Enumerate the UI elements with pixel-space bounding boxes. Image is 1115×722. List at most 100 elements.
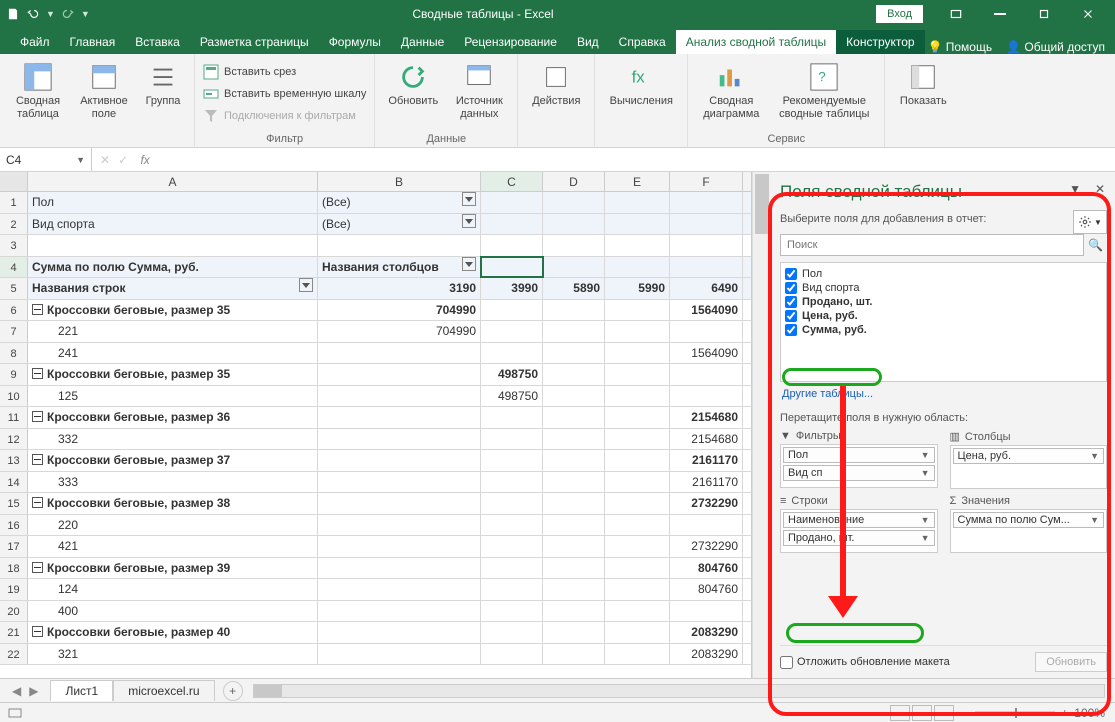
ribbon-display-options-icon[interactable]	[935, 0, 977, 28]
other-tables-link[interactable]: Другие таблицы...	[780, 382, 1107, 408]
field-chip[interactable]: Вид сп▼	[783, 465, 935, 481]
undo-dropdown-icon[interactable]: ▼	[46, 9, 55, 19]
gear-icon[interactable]: ▼	[1073, 210, 1107, 234]
filter-dropdown-icon[interactable]	[462, 214, 476, 228]
tab-design[interactable]: Конструктор	[836, 30, 924, 54]
field-chip[interactable]: Наименование▼	[783, 512, 935, 528]
tab-data[interactable]: Данные	[391, 30, 454, 54]
field-search-input[interactable]	[780, 234, 1084, 256]
help-button[interactable]: 💡 Помощь	[927, 40, 992, 54]
collapse-icon[interactable]	[32, 411, 43, 422]
defer-layout-checkbox[interactable]: Отложить обновление макета	[780, 656, 950, 669]
pane-dropdown-icon[interactable]: ▼	[1069, 182, 1081, 196]
select-all-corner[interactable]	[0, 172, 28, 191]
field-checkbox[interactable]	[785, 310, 797, 322]
drop-filters[interactable]: Пол▼ Вид сп▼	[780, 444, 938, 488]
field-checkbox[interactable]	[785, 324, 797, 336]
undo-icon[interactable]	[26, 7, 40, 21]
pivot-chart-button[interactable]: Сводная диаграмма	[696, 58, 766, 120]
horizontal-scrollbar[interactable]	[253, 684, 1105, 698]
formula-input[interactable]	[162, 148, 1115, 171]
tab-layout[interactable]: Разметка страницы	[190, 30, 319, 54]
calculations-button[interactable]: fxВычисления	[603, 58, 679, 108]
ribbon-group-filter-label: Фильтр	[203, 131, 366, 145]
fx-icon[interactable]: fx	[136, 153, 154, 167]
drop-rows[interactable]: Наименование▼ Продано, шт.▼	[780, 509, 938, 553]
tab-nav-prev-icon[interactable]: ◀	[12, 684, 21, 698]
filter-funnel-icon: ▼	[780, 430, 791, 442]
view-switcher[interactable]	[890, 705, 954, 721]
name-box[interactable]: C4▼	[0, 148, 92, 171]
share-button[interactable]: 👤 Общий доступ	[1006, 40, 1105, 54]
tab-view[interactable]: Вид	[567, 30, 609, 54]
actions-button[interactable]: Действия	[526, 58, 586, 108]
field-checkbox[interactable]	[785, 282, 797, 294]
col-header-B[interactable]: B	[318, 172, 481, 191]
pivot-table-button[interactable]: Сводная таблица	[8, 58, 68, 120]
drop-values[interactable]: Сумма по полю Сум...▼	[950, 509, 1108, 553]
collapse-icon[interactable]	[32, 497, 43, 508]
close-icon[interactable]: ✕	[1095, 182, 1105, 196]
tab-help[interactable]: Справка	[609, 30, 676, 54]
insert-slicer-button[interactable]: Вставить срез	[203, 62, 366, 82]
qat-customize-icon[interactable]: ▼	[81, 9, 90, 19]
sheet-tab[interactable]: microexcel.ru	[113, 680, 214, 701]
col-header-E[interactable]: E	[605, 172, 670, 191]
spreadsheet-grid[interactable]: A B C D E F 1Пол(Все) 2Вид спорта(Все) 3…	[0, 172, 752, 678]
field-chip[interactable]: Сумма по полю Сум...▼	[953, 512, 1105, 528]
zoom-slider[interactable]: −+100%	[962, 706, 1105, 720]
redo-icon[interactable]	[61, 7, 75, 21]
col-header-C[interactable]: C	[481, 172, 543, 191]
field-checkbox[interactable]	[785, 296, 797, 308]
maximize-icon[interactable]	[1023, 0, 1065, 28]
refresh-button[interactable]: Обновить	[383, 58, 443, 108]
filter-dropdown-icon[interactable]	[462, 257, 476, 271]
active-cell[interactable]	[481, 257, 543, 278]
save-icon[interactable]	[6, 7, 20, 21]
field-chip[interactable]: Продано, шт.▼	[783, 530, 935, 546]
col-header-A[interactable]: A	[28, 172, 318, 191]
svg-text:fx: fx	[632, 68, 646, 87]
app-title: Сводные таблицы - Excel	[90, 7, 876, 21]
field-list[interactable]: Пол Вид спорта Продано, шт. Цена, руб. С…	[780, 262, 1107, 382]
field-checkbox[interactable]	[785, 268, 797, 280]
search-icon[interactable]: 🔍	[1084, 238, 1107, 252]
vertical-scrollbar[interactable]	[752, 172, 770, 678]
tab-formulas[interactable]: Формулы	[319, 30, 391, 54]
col-header-D[interactable]: D	[543, 172, 605, 191]
filter-dropdown-icon[interactable]	[462, 192, 476, 206]
collapse-icon[interactable]	[32, 304, 43, 315]
tab-insert[interactable]: Вставка	[125, 30, 190, 54]
collapse-icon[interactable]	[32, 562, 43, 573]
svg-text:?: ?	[819, 69, 826, 84]
tab-review[interactable]: Рецензирование	[454, 30, 567, 54]
data-source-button[interactable]: Источник данных	[449, 58, 509, 120]
active-field-button[interactable]: Активное поле	[74, 58, 134, 120]
drop-columns[interactable]: Цена, руб.▼	[950, 445, 1108, 489]
close-icon[interactable]	[1067, 0, 1109, 28]
field-chip[interactable]: Цена, руб.▼	[953, 448, 1105, 464]
ribbon-group-service-label: Сервис	[696, 131, 876, 145]
record-macro-icon[interactable]	[8, 706, 22, 720]
minimize-icon[interactable]	[979, 0, 1021, 28]
new-sheet-button[interactable]: +	[223, 681, 243, 701]
filter-dropdown-icon[interactable]	[299, 278, 313, 292]
collapse-icon[interactable]	[32, 368, 43, 379]
col-header-F[interactable]: F	[670, 172, 743, 191]
pivot-fields-pane: ▼ ✕ Поля сводной таблицы Выберите поля д…	[770, 172, 1115, 678]
update-button: Обновить	[1035, 652, 1107, 672]
collapse-icon[interactable]	[32, 626, 43, 637]
tab-pivottable-analyze[interactable]: Анализ сводной таблицы	[676, 30, 836, 54]
collapse-icon[interactable]	[32, 454, 43, 465]
tab-nav-next-icon[interactable]: ▶	[29, 684, 38, 698]
quick-access-toolbar: ▼ ▼	[6, 7, 90, 21]
show-button[interactable]: Показать	[893, 58, 953, 108]
field-chip[interactable]: Пол▼	[783, 447, 935, 463]
insert-timeline-button[interactable]: Вставить временную шкалу	[203, 84, 366, 104]
recommended-pivot-button[interactable]: ?Рекомендуемые сводные таблицы	[772, 58, 876, 120]
sheet-tab-active[interactable]: Лист1	[50, 680, 113, 701]
group-button[interactable]: Группа	[140, 58, 186, 108]
tab-home[interactable]: Главная	[60, 30, 126, 54]
tab-file[interactable]: Файл	[10, 30, 60, 54]
login-button[interactable]: Вход	[876, 5, 923, 23]
